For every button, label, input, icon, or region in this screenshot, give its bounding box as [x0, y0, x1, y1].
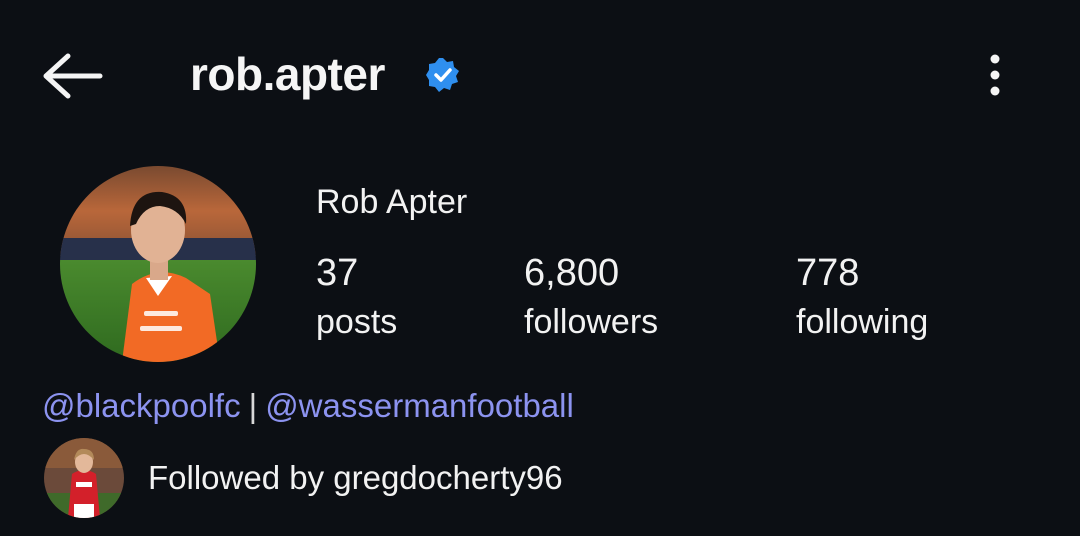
bio-link-blackpoolfc[interactable]: @blackpoolfc [42, 387, 241, 424]
stat-followers[interactable]: 6,800 followers [524, 250, 658, 348]
bio-separator: | [248, 387, 258, 424]
profile-display-name: Rob Apter [316, 183, 468, 221]
followers-label: followers [524, 303, 659, 341]
follower-photo [44, 438, 124, 518]
followers-count: 6,800 [524, 252, 620, 294]
followed-by-avatar[interactable] [44, 438, 124, 518]
posts-label: posts [316, 303, 398, 341]
more-options-button[interactable] [972, 50, 1018, 102]
more-vertical-icon [990, 54, 1000, 96]
profile-header: rob.apter [0, 0, 1080, 150]
verified-badge-icon [426, 58, 459, 92]
bio-links: @blackpoolfc | @wassermanfootball [42, 384, 574, 428]
stat-following[interactable]: 778 following [796, 250, 928, 348]
arrow-left-icon [43, 53, 103, 99]
bio-link-wassermanfootball[interactable]: @wassermanfootball [265, 387, 574, 424]
back-button[interactable] [40, 50, 106, 102]
stat-posts[interactable]: 37 posts [316, 250, 397, 348]
following-label: following [796, 303, 929, 341]
profile-photo [60, 166, 256, 362]
posts-count: 37 [316, 252, 359, 294]
profile-avatar[interactable] [60, 166, 256, 362]
profile-username: rob.apter [190, 48, 385, 100]
followed-by-text[interactable]: Followed by gregdocherty96 [148, 456, 563, 500]
following-count: 778 [796, 252, 860, 294]
